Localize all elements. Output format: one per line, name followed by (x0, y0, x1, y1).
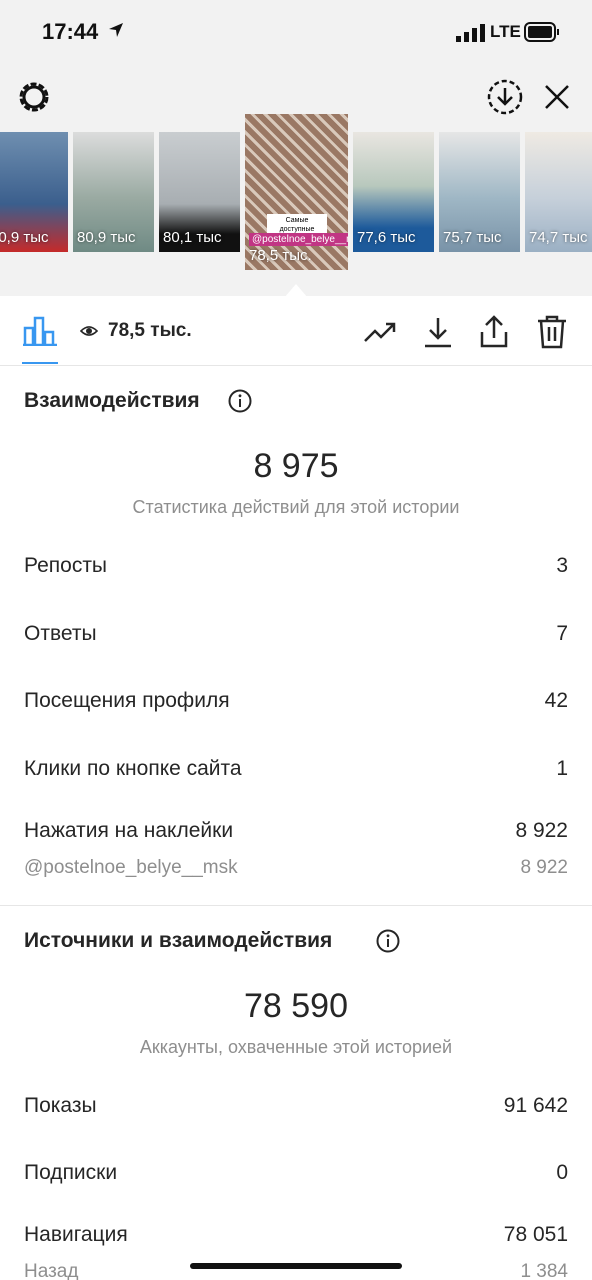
insights-tabbar: 78,5 тыс. (0, 296, 592, 366)
info-icon[interactable] (376, 929, 400, 953)
story-thumbnail[interactable]: 77,6 тыс (353, 132, 434, 252)
interactions-title: Взаимодействия (24, 389, 200, 412)
delete-trash-icon[interactable] (534, 314, 570, 350)
story-views: 77,6 тыс (357, 229, 416, 246)
stat-label-profile-visits: Посещения профиля (24, 689, 230, 712)
nav-detail-value: 1 384 (520, 1261, 568, 1280)
signal-icon (456, 24, 485, 42)
stat-value-sticker-taps: 8 922 (515, 819, 568, 842)
stat-value-navigation: 78 051 (503, 1223, 568, 1246)
close-icon[interactable] (542, 82, 572, 112)
story-thumbnail-selected[interactable]: Самые доступные цены у них @postelnoe_be… (245, 114, 348, 270)
reach-caption: Аккаунты, охваченные этой историей (139, 1037, 453, 1057)
story-views: 80,9 тыс (0, 229, 49, 246)
download-icon[interactable] (420, 314, 456, 350)
bar-chart-icon[interactable] (22, 314, 58, 346)
story-views: 78,5 тыс. (249, 247, 312, 264)
stat-label-navigation: Навигация (24, 1223, 128, 1246)
story-views-total: 78,5 тыс. (108, 320, 192, 341)
clock: 17:44 (42, 19, 99, 44)
location-arrow-icon (109, 23, 123, 37)
stat-value-follows: 0 (556, 1161, 568, 1184)
trending-icon[interactable] (362, 314, 398, 350)
stat-label-sticker-taps: Нажатия на наклейки (24, 819, 234, 842)
story-thumbnail[interactable]: 75,7 тыс (439, 132, 520, 252)
reach-total: 78 590 (244, 987, 348, 1025)
stat-label-impressions: Показы (24, 1094, 97, 1117)
story-thumbnail-strip[interactable]: 80,9 тыс 80,9 тыс 80,1 тыс Самые доступн… (0, 114, 592, 270)
sticker-detail-label: @postelnoe_belye__msk (24, 857, 238, 878)
story-thumbnail[interactable]: 74,7 тыс (525, 132, 592, 252)
stat-value-impressions: 91 642 (503, 1094, 568, 1117)
settings-gear-icon[interactable] (16, 79, 52, 115)
share-icon[interactable] (476, 314, 512, 350)
nav-detail-label: Назад (24, 1261, 79, 1280)
stat-label-reposts: Репосты (24, 554, 108, 577)
stat-value-website-clicks: 1 (556, 757, 568, 780)
story-mention-tag: @postelnoe_belye__msk (249, 233, 348, 246)
story-views: 74,7 тыс (529, 229, 588, 246)
story-views: 80,1 тыс (163, 229, 222, 246)
story-thumbnail[interactable]: 80,9 тыс (0, 132, 68, 252)
interactions-total: 8 975 (253, 447, 339, 485)
eye-icon (80, 326, 98, 336)
stat-label-replies: Ответы (24, 622, 97, 645)
story-preview-area: 17:44 LTE 80,9 тыс 80,9 тыс 80,1 тыс (0, 0, 592, 298)
story-thumbnail[interactable]: 80,1 тыс (159, 132, 240, 252)
stat-label-website-clicks: Клики по кнопке сайта (24, 757, 242, 780)
stat-value-reposts: 3 (556, 554, 568, 577)
interactions-caption: Статистика действий для этой истории (132, 497, 460, 517)
section-divider (0, 905, 592, 906)
sticker-detail-value: 8 922 (520, 857, 568, 878)
discovery-title: Источники и взаимодействия (24, 929, 333, 952)
stat-value-replies: 7 (556, 622, 568, 645)
battery-icon (524, 22, 559, 42)
story-views: 75,7 тыс (443, 229, 502, 246)
info-icon[interactable] (228, 389, 252, 413)
story-thumbnail[interactable]: 80,9 тыс (73, 132, 154, 252)
home-indicator[interactable] (190, 1263, 402, 1269)
story-views: 80,9 тыс (77, 229, 136, 246)
active-tab-indicator (22, 362, 58, 364)
stat-label-follows: Подписки (24, 1161, 118, 1184)
stat-value-profile-visits: 42 (544, 689, 568, 712)
save-download-icon[interactable] (486, 78, 524, 116)
status-bar: 17:44 LTE (0, 0, 592, 66)
network-type: LTE (490, 22, 521, 41)
